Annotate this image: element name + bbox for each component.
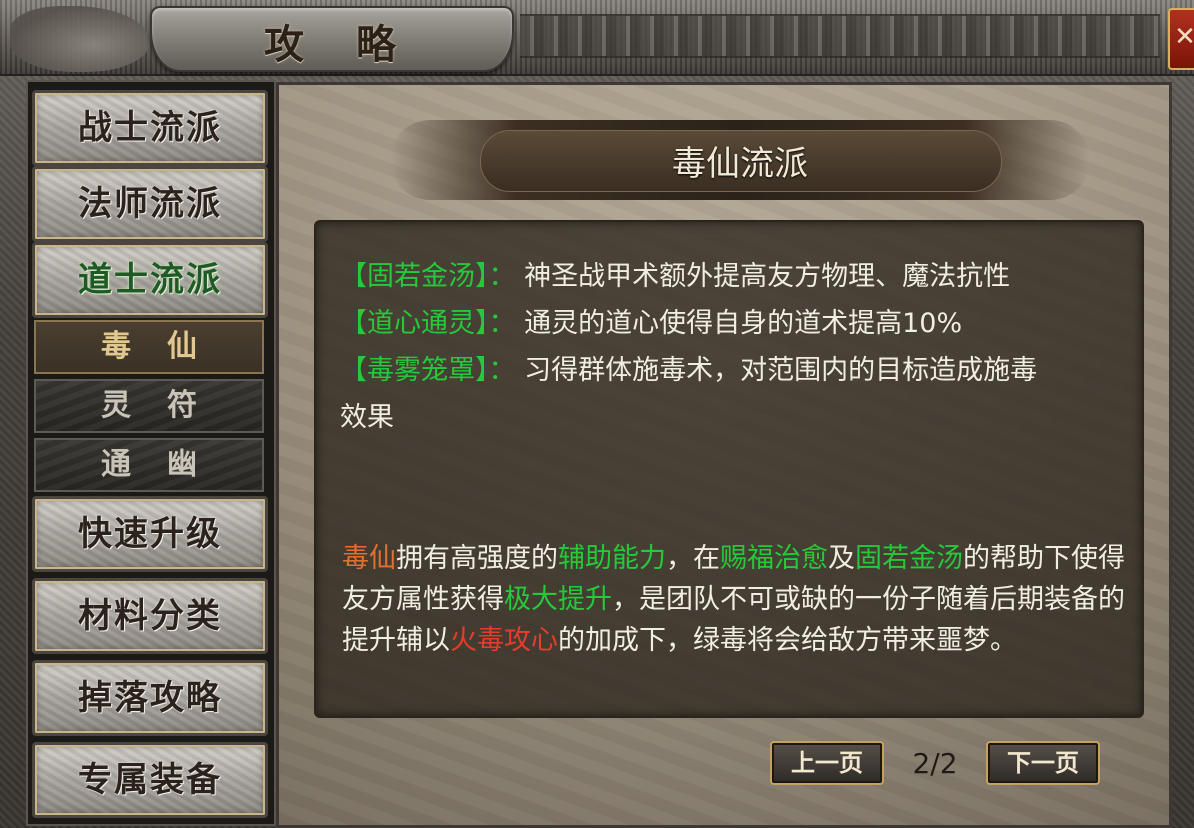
para-segment: 毒仙 (342, 543, 396, 574)
para-segment: 固若金汤 (855, 543, 963, 574)
para-segment: 拥有高强度的 (396, 543, 558, 574)
category-materials-button[interactable]: 材料分类 (32, 578, 268, 654)
description-paragraph: 毒仙拥有高强度的辅助能力，在赐福治愈及固若金汤的帮助下使得友方属性获得极大提升，… (342, 538, 1142, 661)
category-drops-button[interactable]: 掉落攻略 (32, 660, 268, 736)
para-segment: 赐福治愈 (720, 543, 828, 574)
skill-line: 【固若金汤】： 神圣战甲术额外提高友方物理、魔法抗性 (340, 254, 1010, 293)
skill-name: 【固若金汤】 (340, 261, 489, 292)
category-exclusive-gear-button[interactable]: 专属装备 (32, 742, 268, 818)
skill-desc-continued: 效果 (340, 402, 394, 433)
skill-separator: ： (488, 355, 516, 386)
subitem-underworld[interactable]: 通幽 (34, 438, 264, 492)
prev-page-button[interactable]: 上一页 (770, 741, 884, 785)
subitem-spirit-talisman[interactable]: 灵符 (34, 379, 264, 433)
para-segment: ，在 (666, 543, 720, 574)
category-fast-level-button[interactable]: 快速升级 (32, 496, 268, 572)
next-page-button[interactable]: 下一页 (986, 741, 1100, 785)
window-title: 攻略 (264, 21, 448, 68)
skill-line: 【毒雾笼罩】： 习得群体施毒术，对范围内的目标造成施毒 (340, 348, 1037, 387)
para-segment: 火毒攻心 (450, 625, 558, 656)
subitem-poison-sage[interactable]: 毒仙 (34, 320, 264, 374)
category-warrior-button[interactable]: 战士流派 (32, 90, 268, 166)
skill-desc: 神圣战甲术额外提高友方物理、魔法抗性 (524, 261, 1011, 292)
category-mage-button[interactable]: 法师流派 (32, 166, 268, 242)
para-segment: 辅助能力 (558, 543, 666, 574)
para-segment: 的加成下，绿毒将会给敌方带来噩梦。 (558, 625, 1017, 656)
skill-name: 【道心通灵】 (340, 308, 489, 339)
skill-line: 【道心通灵】： 通灵的道心使得自身的道术提高10% (340, 301, 962, 340)
para-segment: 极大提升 (504, 584, 612, 615)
skill-desc: 通灵的道心使得自身的道术提高10% (524, 308, 963, 339)
skill-name: 【毒雾笼罩】 (340, 355, 489, 386)
category-taoist-button[interactable]: 道士流派 (32, 242, 268, 318)
page-title: 毒仙流派 (672, 144, 808, 184)
para-segment: 及 (828, 543, 855, 574)
close-button[interactable]: ✕ (1168, 8, 1194, 70)
skill-separator: ： (488, 261, 516, 292)
skill-separator: ： (488, 308, 516, 339)
title-ornament (520, 14, 1160, 58)
skill-desc: 习得群体施毒术，对范围内的目标造成施毒 (524, 355, 1038, 386)
page-indicator: 2/2 (912, 747, 958, 780)
